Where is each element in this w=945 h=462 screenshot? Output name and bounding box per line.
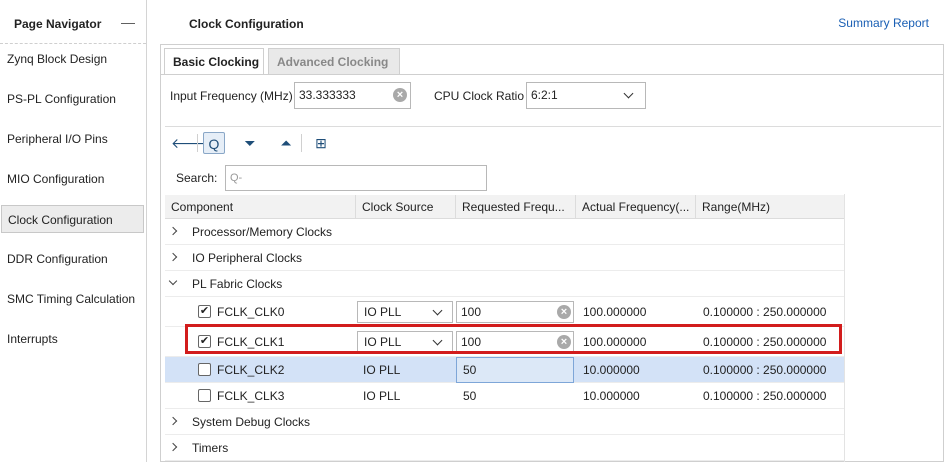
minimize-icon[interactable]: — [121,14,135,30]
actual-frequency: 10.000000 [583,363,640,377]
table-row[interactable]: ✔ FCLK_CLK1 IO PLL 100 × 100.000000 0.10… [165,327,845,357]
column-header-clock-source[interactable]: Clock Source [356,195,456,219]
clock-source-select[interactable]: IO PLL [357,301,453,323]
chevron-down-icon [623,88,634,99]
chevron-right-icon[interactable] [168,252,178,262]
clock-configuration-page: Clock Configuration Summary Report Basic… [160,0,945,462]
table-row[interactable]: Timers [165,435,845,461]
table-header: Component Clock Source Requested Frequ..… [165,195,845,219]
search-label: Search: [176,171,218,185]
component-name: FCLK_CLK3 [217,389,285,403]
nav-item-smc-timing-calculation[interactable]: SMC Timing Calculation [0,285,146,313]
chevron-right-icon[interactable] [168,416,178,426]
fclk-clk3-checkbox[interactable] [198,389,211,402]
nav-item-zynq-block-design[interactable]: Zynq Block Design [0,45,146,73]
tab-basic-clocking[interactable]: Basic Clocking [164,48,264,75]
frequency-range: 0.100000 : 250.000000 [703,363,827,377]
requested-frequency-value: 50 [463,363,477,377]
table-row[interactable]: ✔ FCLK_CLK0 IO PLL 100 × 100.000000 0.10… [165,297,845,327]
group-label: IO Peripheral Clocks [192,251,303,265]
page-title: Clock Configuration [189,17,304,31]
frequency-range: 0.100000 : 250.000000 [703,389,827,403]
group-label: System Debug Clocks [192,415,311,429]
cpu-clock-ratio-label: CPU Clock Ratio [434,89,525,103]
table-row[interactable]: IO Peripheral Clocks [165,245,845,271]
tab-divider [161,74,943,75]
table-row[interactable]: Processor/Memory Clocks [165,219,845,245]
requested-frequency-input[interactable]: 50 [456,357,574,383]
input-frequency-label: Input Frequency (MHz) [170,89,293,103]
nav-item-interrupts[interactable]: Interrupts [0,325,146,353]
requested-frequency-input[interactable]: 100 × [456,331,574,353]
fclk-clk2-checkbox[interactable] [198,363,211,376]
actual-frequency: 10.000000 [583,389,640,403]
search-icon[interactable]: Q [203,132,225,154]
expand-all-icon[interactable]: ⏶ [275,132,297,154]
search-input[interactable]: Q- [225,165,487,191]
table-row[interactable]: FCLK_CLK3 IO PLL 50 10.000000 0.100000 :… [165,383,845,409]
column-header-range[interactable]: Range(MHz) [696,195,845,219]
clock-source-select[interactable]: IO PLL [357,331,453,353]
clock-source-value: IO PLL [364,335,402,349]
chevron-down-icon[interactable] [168,276,178,286]
cpu-clock-ratio-select[interactable]: 6:2:1 [526,82,646,109]
tab-advanced-clocking[interactable]: Advanced Clocking [268,48,400,75]
clock-source-value: IO PLL [364,305,402,319]
clear-icon[interactable]: × [393,88,407,102]
group-label: Timers [192,441,229,455]
column-header-component[interactable]: Component [165,195,356,219]
nav-item-mio-configuration[interactable]: MIO Configuration [0,165,146,193]
nav-item-peripheral-io-pins[interactable]: Peripheral I/O Pins [0,125,146,153]
column-header-actual-frequency[interactable]: Actual Frequency(... [576,195,696,219]
clock-source-value: IO PLL [363,389,401,403]
actual-frequency: 100.000000 [583,305,647,319]
fclk-clk0-checkbox[interactable]: ✔ [198,305,211,318]
clock-configuration-panel: Basic Clocking Advanced Clocking Input F… [160,44,944,462]
navigator-header: Page Navigator — [0,0,146,44]
table-row[interactable]: System Debug Clocks [165,409,845,435]
requested-frequency-input[interactable]: 100 × [456,301,574,323]
toolbar-separator [197,134,198,152]
navigator-title: Page Navigator [14,17,102,31]
requested-frequency-value: 100 [461,305,482,319]
chevron-right-icon[interactable] [168,226,178,236]
nav-item-clock-configuration[interactable]: Clock Configuration [1,205,144,233]
input-frequency-value: 33.333333 [299,88,356,102]
clock-source-value: IO PLL [363,363,401,377]
component-name: FCLK_CLK0 [217,305,285,319]
frequency-range: 0.100000 : 250.000000 [703,335,827,349]
nav-item-ddr-configuration[interactable]: DDR Configuration [0,245,146,273]
cpu-clock-ratio-value: 6:2:1 [531,88,558,102]
requested-frequency-value[interactable]: 50 [463,383,476,409]
actual-frequency: 100.000000 [583,335,647,349]
summary-report-link[interactable]: Summary Report [838,16,929,30]
nav-item-ps-pl-configuration[interactable]: PS-PL Configuration [0,85,146,113]
page-navigator: Page Navigator — Zynq Block Design PS-PL… [0,0,147,462]
chevron-down-icon [432,335,443,346]
chevron-right-icon[interactable] [168,442,178,452]
group-label: Processor/Memory Clocks [192,225,333,239]
toolbar-separator [301,134,302,152]
chevron-down-icon [432,305,443,316]
divider [165,126,941,127]
requested-frequency-value: 100 [461,335,482,349]
hierarchy-icon[interactable]: ⊞ [310,132,332,154]
table-row[interactable]: FCLK_CLK2 IO PLL 50 10.000000 0.100000 :… [165,357,845,383]
component-name: FCLK_CLK2 [217,363,285,377]
component-name: FCLK_CLK1 [217,335,285,349]
back-arrow-icon[interactable]: 🡐 [171,132,209,154]
fclk-clk1-checkbox[interactable]: ✔ [198,335,211,348]
input-frequency-field[interactable]: 33.333333 × [294,82,411,109]
clear-icon[interactable]: × [557,305,571,319]
table-right-border [844,194,845,462]
collapse-all-icon[interactable]: ⏷ [239,132,261,154]
clear-icon[interactable]: × [557,335,571,349]
table-row[interactable]: PL Fabric Clocks [165,271,845,297]
group-label: PL Fabric Clocks [192,277,283,291]
frequency-range: 0.100000 : 250.000000 [703,305,827,319]
column-header-requested-frequency[interactable]: Requested Frequ... [456,195,576,219]
